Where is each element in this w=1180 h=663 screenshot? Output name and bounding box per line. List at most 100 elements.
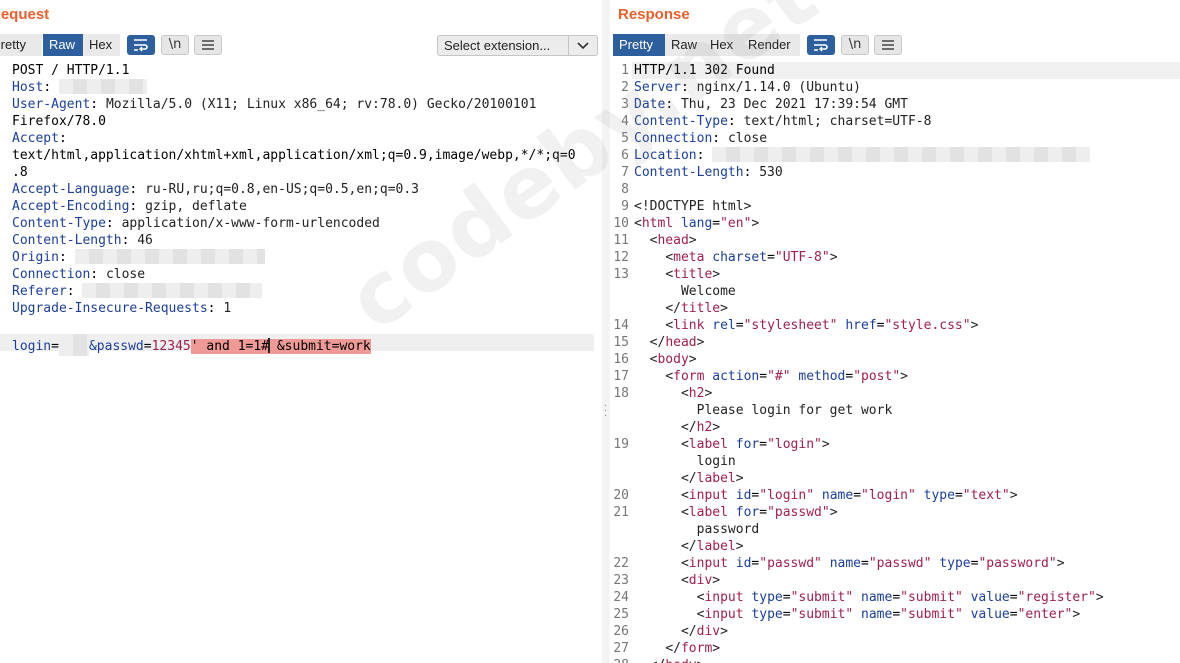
request-tab-hex[interactable]: Hex xyxy=(83,34,120,56)
request-line: Firefox/78.0 xyxy=(12,114,106,129)
response-line: 26 </div> xyxy=(610,623,1180,640)
request-line: text/html,application/xhtml+xml,applicat… xyxy=(12,148,576,163)
response-line: 13 <title> xyxy=(610,266,1180,283)
hamburger-menu-icon[interactable] xyxy=(874,35,902,55)
response-line: login xyxy=(696,454,736,469)
response-tab-raw[interactable]: Raw xyxy=(665,34,704,56)
line-number: 7 xyxy=(621,165,629,180)
wrap-lines-icon[interactable] xyxy=(127,35,155,55)
response-line: 1 HTTP/1.1 302 Found xyxy=(610,62,1180,79)
request-line: Connection: close xyxy=(12,267,146,282)
redacted-value xyxy=(58,79,147,94)
response-line: 14 <link rel="stylesheet" href="style.cs… xyxy=(610,317,1180,334)
select-extension-dropdown[interactable]: Select extension... xyxy=(437,35,598,56)
request-line: Content-Type: application/x-www-form-url… xyxy=(12,216,380,231)
response-line: Please login for get work xyxy=(696,403,893,418)
response-line: 5 Connection: close xyxy=(610,130,1180,147)
response-line: 24 <input type="submit" name="submit" va… xyxy=(610,589,1180,606)
line-number: 12 xyxy=(613,250,629,265)
response-tab-pretty[interactable]: Pretty xyxy=(613,34,665,56)
request-line: User-Agent: Mozilla/5.0 (X11; Linux x86_… xyxy=(12,97,537,112)
response-line: 11 <head> xyxy=(610,232,1180,249)
request-line: Accept: xyxy=(12,131,67,146)
line-number: 9 xyxy=(621,199,629,214)
request-line: Accept-Language: ru-RU,ru;q=0.8,en-US;q=… xyxy=(12,182,419,197)
request-pane: Request Pretty Raw Hex \n Select extensi… xyxy=(0,0,602,663)
drag-handle-icon[interactable]: · · · xyxy=(604,402,608,422)
response-line: 7 Content-Length: 530 xyxy=(610,164,1180,181)
response-line: 8 xyxy=(610,181,1180,198)
redacted-value xyxy=(82,283,263,298)
response-line: 15 </head> xyxy=(610,334,1180,351)
response-title: Response xyxy=(618,6,690,23)
show-newlines-icon[interactable]: \n xyxy=(161,35,189,55)
response-editor[interactable]: 1 HTTP/1.1 302 Found 2 Server: nginx/1.14.0… xyxy=(610,62,1180,663)
response-tab-render[interactable]: Render xyxy=(742,34,800,56)
sql-injection-highlight: ' and 1=1# &submit=work xyxy=(190,338,371,354)
request-line: .8 xyxy=(12,165,28,180)
response-line: 22 <input id="passwd" name="passwd" type… xyxy=(610,555,1180,572)
response-line: 12 <meta charset="UTF-8"> xyxy=(610,249,1180,266)
redacted-value xyxy=(58,334,89,356)
wrap-lines-icon[interactable] xyxy=(807,35,835,55)
line-number: 13 xyxy=(613,267,629,282)
line-number: 1 xyxy=(621,63,629,78)
response-toolbar: Pretty Raw Hex Render \n xyxy=(610,34,1180,58)
request-line: Content-Length: 46 xyxy=(12,233,153,248)
line-number: 21 xyxy=(613,505,629,520)
show-newlines-icon[interactable]: \n xyxy=(841,35,869,55)
request-title: Request xyxy=(0,6,50,23)
response-line: 19 <label for="login"> xyxy=(610,436,1180,453)
request-editor[interactable]: POST / HTTP/1.1 Host: User-Agent: Mozilla… xyxy=(0,62,602,663)
line-number: 6 xyxy=(621,148,629,163)
request-line: POST / HTTP/1.1 xyxy=(12,63,130,78)
response-line: </title> xyxy=(665,301,728,316)
response-line: 17 <form action="#" method="post"> xyxy=(610,368,1180,385)
redacted-value xyxy=(712,147,1091,162)
line-number: 5 xyxy=(621,131,629,146)
line-number: 10 xyxy=(613,216,629,231)
select-extension-label: Select extension... xyxy=(444,38,551,53)
line-number: 8 xyxy=(621,182,629,197)
response-line: 25 <input type="submit" name="submit" va… xyxy=(610,606,1180,623)
response-line: 6 Location: xyxy=(610,147,1180,164)
request-line: Origin: xyxy=(12,249,602,266)
hamburger-menu-icon[interactable] xyxy=(194,35,222,55)
response-line: password xyxy=(696,522,760,537)
pane-divider[interactable] xyxy=(602,0,610,663)
response-line: 16 <body> xyxy=(610,351,1180,368)
response-line: 4 Content-Type: text/html; charset=UTF-8 xyxy=(610,113,1180,130)
response-line: 2 Server: nginx/1.14.0 (Ubuntu) xyxy=(610,79,1180,96)
request-line: Accept-Encoding: gzip, deflate xyxy=(12,199,247,214)
response-line: 23 <div> xyxy=(610,572,1180,589)
response-pane: Response Pretty Raw Hex Render \n 1 HTTP/… xyxy=(610,0,1180,663)
request-line: Host: xyxy=(12,79,602,96)
line-number: 26 xyxy=(613,624,629,639)
request-tab-raw[interactable]: Raw xyxy=(43,34,83,56)
response-line: 27 </form> xyxy=(610,640,1180,657)
line-number: 25 xyxy=(613,607,629,622)
line-number: 24 xyxy=(613,590,629,605)
line-number: 28 xyxy=(610,657,629,663)
response-line: 28 </body> xyxy=(610,657,1180,663)
request-tab-pretty[interactable]: Pretty xyxy=(0,34,42,56)
request-line: Referer: xyxy=(12,283,602,300)
response-line: 21 <label for="passwd"> xyxy=(610,504,1180,521)
line-number: 23 xyxy=(613,573,629,588)
response-line: 20 <input id="login" name="login" type="… xyxy=(610,487,1180,504)
response-tab-hex[interactable]: Hex xyxy=(704,34,742,56)
line-number: 16 xyxy=(613,352,629,367)
line-number: 11 xyxy=(613,233,629,248)
response-line: </label> xyxy=(680,471,744,486)
response-line: </h2> xyxy=(680,420,721,435)
request-toolbar: Pretty Raw Hex \n Select extension... xyxy=(0,34,602,58)
line-number: 22 xyxy=(613,556,629,571)
response-line: 18 <h2> xyxy=(610,385,1180,402)
response-line: 3 Date: Thu, 23 Dec 2021 17:39:54 GMT xyxy=(610,96,1180,113)
line-number: 2 xyxy=(621,80,629,95)
line-number: 20 xyxy=(613,488,629,503)
line-number: 14 xyxy=(613,318,629,333)
line-number: 17 xyxy=(613,369,629,384)
line-number: 4 xyxy=(621,114,629,129)
response-line: 9 <!DOCTYPE html> xyxy=(610,198,1180,215)
